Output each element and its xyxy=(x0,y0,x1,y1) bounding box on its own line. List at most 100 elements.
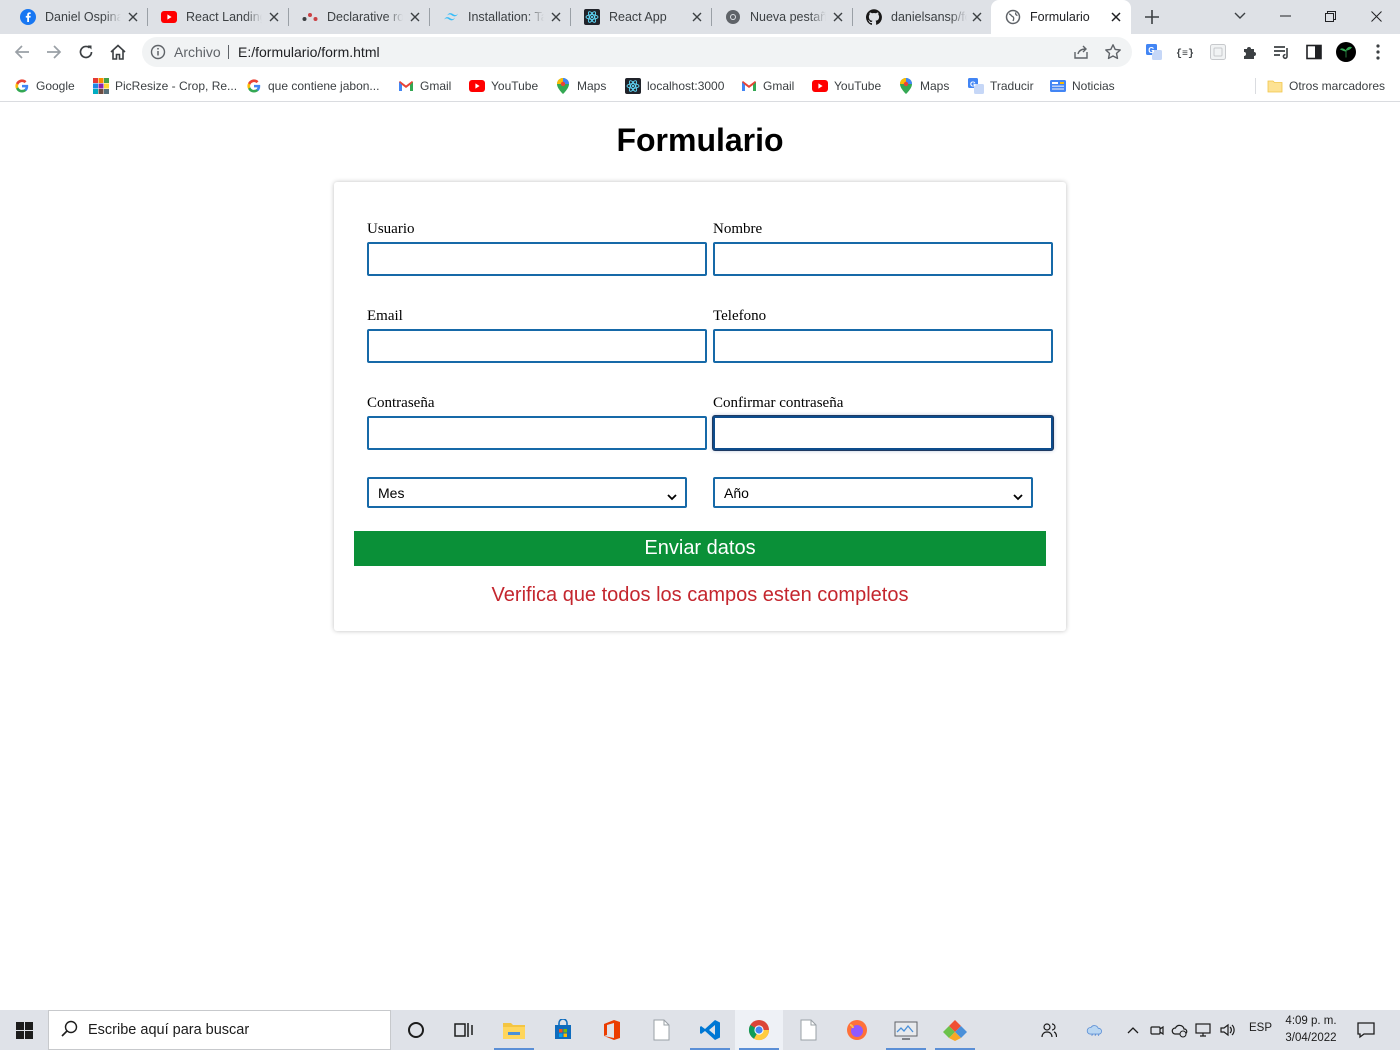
month-select[interactable]: Mes xyxy=(367,477,687,508)
tab-installation-tailwind[interactable]: Installation: Ta xyxy=(429,0,571,34)
tab-react-landing[interactable]: React Landing xyxy=(147,0,289,34)
monitor-app[interactable] xyxy=(882,1010,930,1050)
chevron-down-icon xyxy=(1013,488,1023,504)
weather-icon[interactable] xyxy=(1086,1020,1104,1040)
network-icon[interactable] xyxy=(1195,1020,1213,1040)
back-button[interactable] xyxy=(12,42,32,62)
google-icon xyxy=(14,78,30,94)
close-icon[interactable] xyxy=(126,10,140,24)
bookmark-maps-2[interactable]: Maps xyxy=(898,76,949,96)
tab-title: Declarative ro xyxy=(327,10,403,24)
translate-extension-icon[interactable]: G xyxy=(1144,42,1164,62)
minimize-button[interactable] xyxy=(1273,5,1297,27)
json-extension-icon[interactable]: {≡} xyxy=(1176,42,1196,62)
blank-file-app[interactable] xyxy=(784,1010,832,1050)
youtube-icon xyxy=(812,78,828,94)
info-icon[interactable] xyxy=(150,44,166,63)
notepad-app[interactable] xyxy=(637,1010,685,1050)
tab-react-app[interactable]: React App xyxy=(570,0,712,34)
bookmark-star-icon[interactable] xyxy=(1104,43,1122,64)
address-bar[interactable]: Archivo E:/formulario/form.html xyxy=(142,37,1132,67)
firefox-app[interactable] xyxy=(833,1010,881,1050)
search-placeholder: Escribe aquí para buscar xyxy=(88,1022,250,1038)
bookmark-youtube[interactable]: YouTube xyxy=(469,76,538,96)
people-icon[interactable] xyxy=(1040,1020,1058,1040)
close-icon[interactable] xyxy=(267,10,281,24)
close-icon[interactable] xyxy=(690,10,704,24)
tab-daniel-ospina[interactable]: Daniel Ospina xyxy=(6,0,148,34)
microsoft-store-app[interactable] xyxy=(539,1010,587,1050)
minimize-icon xyxy=(1279,15,1291,17)
menu-button[interactable] xyxy=(1368,42,1388,62)
volume-icon[interactable] xyxy=(1219,1020,1237,1040)
reload-button[interactable] xyxy=(76,42,96,62)
taskbar-search-box[interactable]: Escribe aquí para buscar xyxy=(48,1010,391,1050)
chevron-up-icon[interactable] xyxy=(1124,1020,1142,1040)
chevron-down-icon xyxy=(667,488,677,504)
telefono-input[interactable] xyxy=(713,329,1053,363)
bookmark-label: que contiene jabon... xyxy=(268,79,380,93)
close-icon[interactable] xyxy=(408,10,422,24)
submit-button[interactable]: Enviar datos xyxy=(354,531,1046,566)
close-icon[interactable] xyxy=(970,10,984,24)
url-text[interactable]: E:/formulario/form.html xyxy=(238,44,380,60)
language-indicator[interactable]: ESP xyxy=(1249,1022,1272,1034)
tab-github-repo[interactable]: danielsansp/fo xyxy=(852,0,992,34)
bookmark-picresize[interactable]: PicResize - Crop, Re... xyxy=(93,76,237,96)
cortana-button[interactable] xyxy=(392,1010,440,1050)
puzzle-icon[interactable] xyxy=(1240,42,1260,62)
office-app[interactable] xyxy=(588,1010,636,1050)
chrome-icon xyxy=(748,1020,770,1041)
task-view-button[interactable] xyxy=(440,1010,488,1050)
tab-declarative-routing[interactable]: Declarative ro xyxy=(288,0,430,34)
site-info-label[interactable]: Archivo xyxy=(174,44,221,60)
bookmark-maps[interactable]: Maps xyxy=(555,76,606,96)
meet-now-icon[interactable] xyxy=(1148,1020,1166,1040)
new-tab-button[interactable] xyxy=(1142,7,1162,27)
close-icon[interactable] xyxy=(549,10,563,24)
usuario-input[interactable] xyxy=(367,242,707,276)
bookmark-gmail-2[interactable]: Gmail xyxy=(741,76,794,96)
tab-nueva-pestana[interactable]: Nueva pestaña xyxy=(711,0,853,34)
restore-button[interactable] xyxy=(1318,5,1342,27)
side-panel-icon[interactable] xyxy=(1304,42,1324,62)
page-viewport: Formulario Usuario Nombre Email Telefono… xyxy=(0,102,1400,1010)
git-app[interactable] xyxy=(931,1010,979,1050)
confirm-password-input[interactable] xyxy=(713,416,1053,450)
windows-logo-icon xyxy=(15,1021,33,1039)
github-icon xyxy=(866,9,882,25)
reading-list-icon[interactable] xyxy=(1272,42,1292,62)
year-select[interactable]: Año xyxy=(713,477,1033,508)
close-icon[interactable] xyxy=(831,10,845,24)
bookmark-label: Noticias xyxy=(1072,79,1115,93)
onedrive-sync-icon[interactable] xyxy=(1171,1020,1189,1040)
file-explorer-app[interactable] xyxy=(490,1010,538,1050)
bookmark-gmail[interactable]: Gmail xyxy=(398,76,451,96)
password-input[interactable] xyxy=(367,416,707,450)
tab-title: React Landing xyxy=(186,10,262,24)
forward-button[interactable] xyxy=(44,42,64,62)
tab-search-button[interactable] xyxy=(1228,5,1252,27)
vscode-app[interactable] xyxy=(686,1010,734,1050)
extension-placeholder-icon[interactable] xyxy=(1208,42,1228,62)
bookmark-traducir[interactable]: G Traducir xyxy=(968,76,1034,96)
close-icon[interactable] xyxy=(1109,10,1123,24)
start-button[interactable] xyxy=(0,1010,48,1050)
home-button[interactable] xyxy=(108,42,128,62)
bookmark-google[interactable]: Google xyxy=(14,76,75,96)
other-bookmarks-folder[interactable]: Otros marcadores xyxy=(1267,76,1385,96)
notification-center-icon[interactable] xyxy=(1356,1020,1376,1043)
bookmark-que-contiene-jabon[interactable]: que contiene jabon... xyxy=(246,76,379,96)
share-icon[interactable] xyxy=(1072,43,1090,64)
nombre-input[interactable] xyxy=(713,242,1053,276)
taskbar-clock[interactable]: 4:09 p. m. 3/04/2022 xyxy=(1278,1013,1344,1047)
bookmark-localhost[interactable]: localhost:3000 xyxy=(625,76,724,96)
tab-title: Nueva pestaña xyxy=(750,10,826,24)
bookmark-youtube-2[interactable]: YouTube xyxy=(812,76,881,96)
chrome-app[interactable] xyxy=(735,1010,783,1050)
close-window-button[interactable] xyxy=(1364,5,1388,27)
profile-avatar[interactable] xyxy=(1336,42,1356,62)
bookmark-noticias[interactable]: Noticias xyxy=(1050,76,1115,96)
email-input[interactable] xyxy=(367,329,707,363)
tab-formulario[interactable]: Formulario xyxy=(991,0,1131,34)
